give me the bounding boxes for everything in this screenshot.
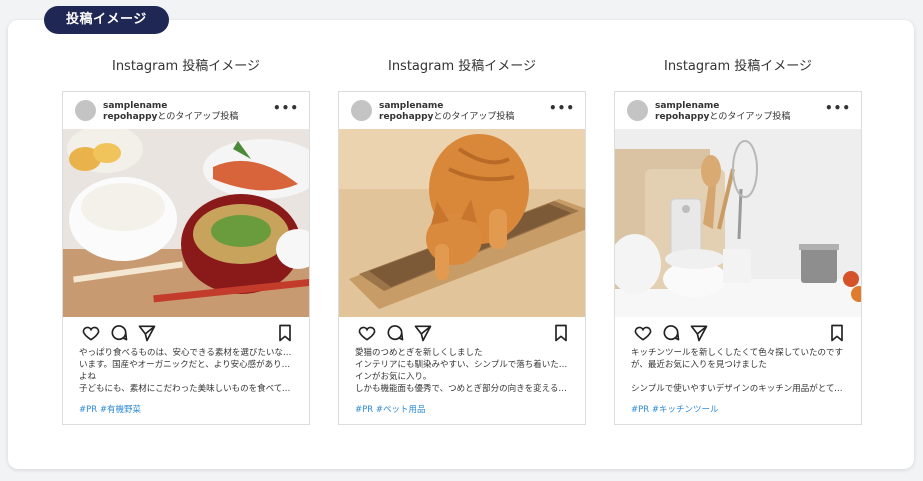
post-actions	[339, 317, 585, 347]
post-header: samplename repohappyとのタイアップ投稿 •••	[339, 92, 585, 129]
post-column-2: Instagram 投稿イメージ samplename repohappyとのタ…	[338, 58, 586, 425]
caption-line: キッチンツールを新しくしたくて色々探していたのです	[631, 348, 843, 358]
post-title: Instagram 投稿イメージ	[663, 59, 812, 74]
post-actions	[63, 317, 309, 347]
more-options-icon[interactable]: •••	[825, 102, 851, 114]
caption-line: 子どもにも、素材にこだわった美味しいものを食べても…	[79, 384, 293, 394]
post-header: samplename repohappyとのタイアップ投稿 •••	[615, 92, 861, 129]
caption-line: が、最近お気に入りを見つけました	[631, 360, 767, 370]
avatar[interactable]	[627, 100, 648, 121]
post-title: Instagram 投稿イメージ	[111, 59, 260, 74]
more-options-icon[interactable]: •••	[273, 102, 299, 114]
kitchen-tools-photo	[615, 129, 861, 317]
share-icon[interactable]	[689, 323, 709, 343]
comment-icon[interactable]	[661, 323, 681, 343]
post-caption: 愛猫のつめとぎを新しくしました インテリアにも馴染みやすい、シンプルで落ち着いた…	[339, 347, 585, 397]
caption-line: よね	[79, 372, 97, 382]
tie-up-label: とのタイアップ投稿	[709, 112, 791, 122]
bookmark-icon[interactable]	[275, 323, 295, 343]
heart-icon[interactable]	[633, 323, 653, 343]
account-name[interactable]: samplename	[379, 101, 514, 112]
post-header: samplename repohappyとのタイアップ投稿 •••	[63, 92, 309, 129]
comment-icon[interactable]	[109, 323, 129, 343]
bookmark-icon[interactable]	[827, 323, 847, 343]
heart-icon[interactable]	[357, 323, 377, 343]
avatar[interactable]	[75, 100, 96, 121]
caption-line: います。国産やオーガニックだと、より安心感があります	[79, 360, 293, 370]
caption-line: シンプルで使いやすいデザインのキッチン用品がとても…	[631, 384, 845, 394]
section-badge: 投稿イメージ	[44, 6, 169, 34]
post-column-1: Instagram 投稿イメージ samplename repohappyとのタ…	[62, 58, 310, 425]
post-caption: キッチンツールを新しくしたくて色々探していたのです が、最近お気に入りを見つけま…	[615, 347, 861, 397]
bookmark-icon[interactable]	[551, 323, 571, 343]
account-name[interactable]: samplename	[655, 101, 790, 112]
japanese-breakfast-photo	[63, 129, 309, 317]
post-title: Instagram 投稿イメージ	[387, 59, 536, 74]
share-icon[interactable]	[413, 323, 433, 343]
comment-icon[interactable]	[385, 323, 405, 343]
instagram-post-card: samplename repohappyとのタイアップ投稿 •••	[614, 91, 862, 425]
post-column-3: Instagram 投稿イメージ samplename repohappyとのタ…	[614, 58, 862, 425]
post-caption: やっぱり食べるものは、安心できる素材を選びたいなと思 います。国産やオーガニック…	[63, 347, 309, 397]
caption-line: インテリアにも馴染みやすい、シンプルで落ち着いたデザ	[355, 360, 569, 370]
caption-line: しかも機能面も優秀で、つめとぎ部分の向きを変えるこ…	[355, 384, 569, 394]
post-actions	[615, 317, 861, 347]
tie-up-brand[interactable]: repohappy	[379, 112, 433, 122]
instagram-post-card: samplename repohappyとのタイアップ投稿 •••	[338, 91, 586, 425]
cat-scratcher-photo	[339, 129, 585, 317]
caption-line	[631, 371, 845, 383]
tie-up-label: とのタイアップ投稿	[157, 112, 239, 122]
tie-up-brand[interactable]: repohappy	[655, 112, 709, 122]
caption-line: インがお気に入り。	[355, 372, 432, 382]
hashtags[interactable]: #PR #ペット用品	[339, 397, 585, 415]
caption-line: やっぱり食べるものは、安心できる素材を選びたいなと思	[79, 348, 293, 358]
instagram-post-card: samplename repohappyとのタイアップ投稿 •••	[62, 91, 310, 425]
avatar[interactable]	[351, 100, 372, 121]
hashtags[interactable]: #PR #キッチンツール	[615, 397, 861, 415]
caption-line: 愛猫のつめとぎを新しくしました	[355, 348, 483, 358]
hashtags[interactable]: #PR #有機野菜	[63, 397, 309, 415]
account-name[interactable]: samplename	[103, 101, 238, 112]
tie-up-label: とのタイアップ投稿	[433, 112, 515, 122]
more-options-icon[interactable]: •••	[549, 102, 575, 114]
share-icon[interactable]	[137, 323, 157, 343]
tie-up-brand[interactable]: repohappy	[103, 112, 157, 122]
heart-icon[interactable]	[81, 323, 101, 343]
